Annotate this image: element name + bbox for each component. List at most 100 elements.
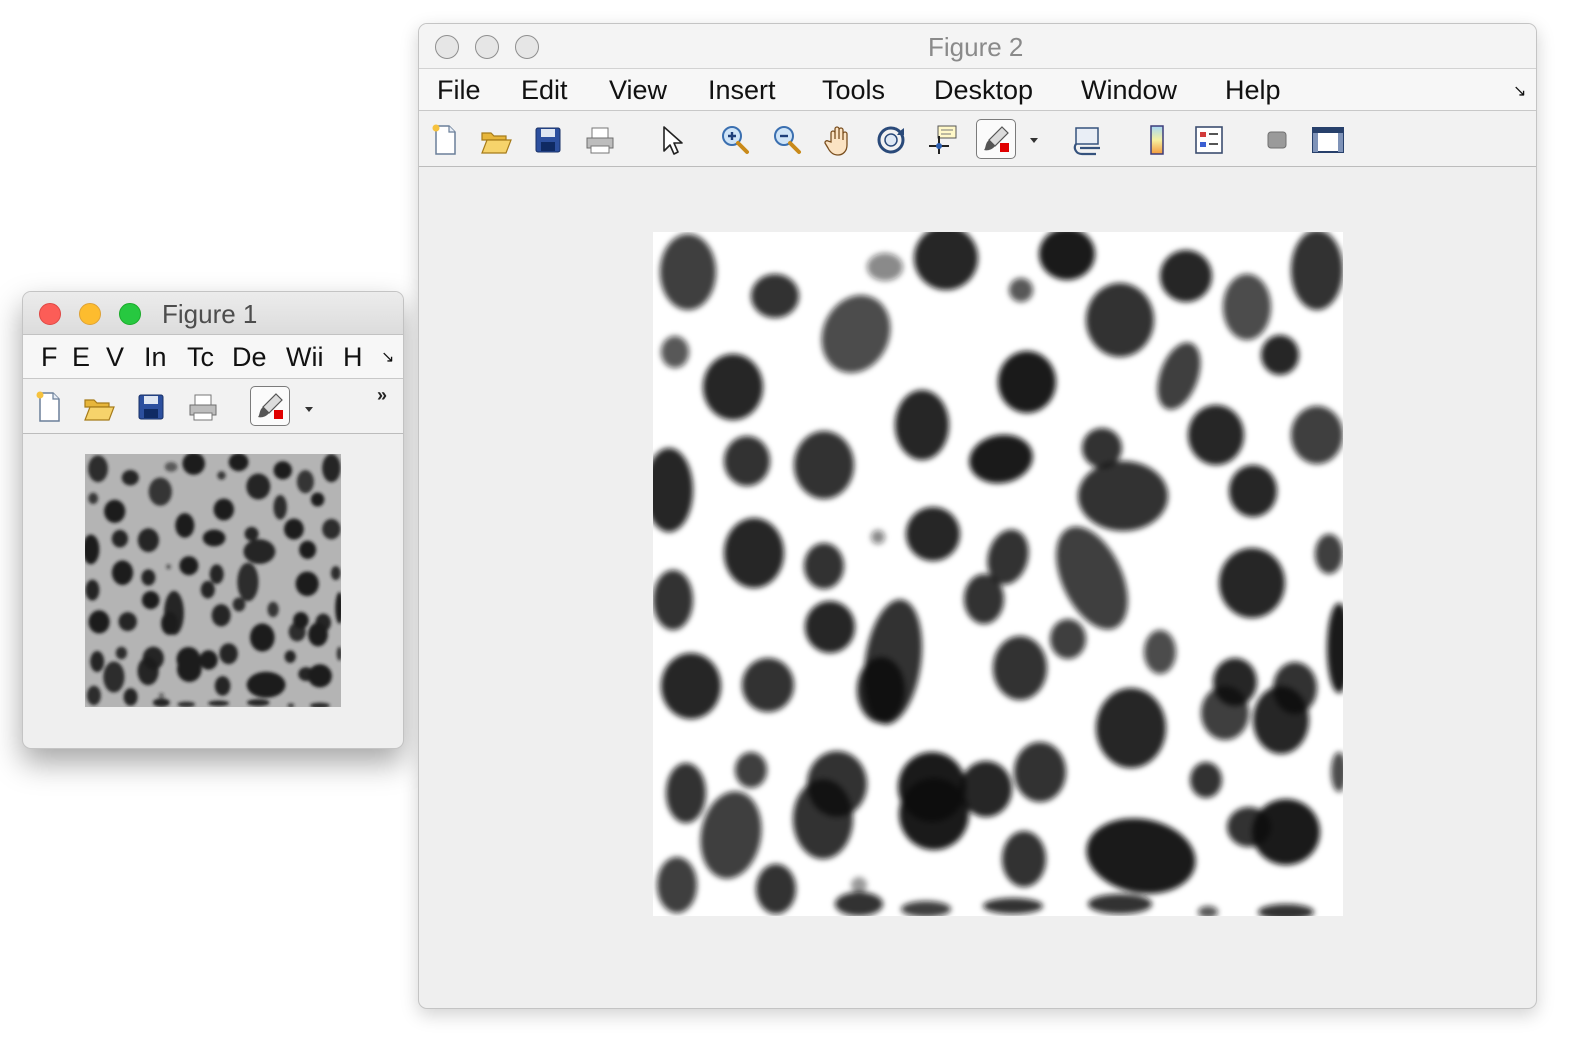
blob <box>805 601 855 653</box>
brush-dropdown-icon[interactable] <box>1030 138 1038 143</box>
menu-window[interactable]: Wii <box>286 342 328 373</box>
blob <box>998 351 1056 413</box>
figure-1-menubar: F E V In Tc De Wii H ↘ <box>23 335 403 379</box>
menu-tools[interactable]: Tools <box>822 75 885 106</box>
blob <box>1078 461 1168 531</box>
blob <box>1315 534 1343 574</box>
menu-view[interactable]: View <box>609 75 667 106</box>
blob <box>246 473 271 500</box>
save-icon[interactable] <box>133 389 169 425</box>
menu-desktop[interactable]: De <box>232 342 272 373</box>
brush-icon[interactable] <box>976 119 1016 159</box>
menu-desktop[interactable]: Desktop <box>934 75 1033 106</box>
blob <box>735 752 767 788</box>
new-figure-icon[interactable] <box>31 389 67 425</box>
link-plot-icon[interactable] <box>1070 122 1106 158</box>
menu-tools[interactable]: Tc <box>187 342 215 373</box>
zoom-button[interactable] <box>119 303 141 325</box>
blob <box>179 556 199 576</box>
blob <box>208 700 230 707</box>
menu-file[interactable]: File <box>437 75 481 106</box>
zoom-button[interactable] <box>515 35 539 59</box>
legend-icon[interactable] <box>1191 122 1227 158</box>
blob <box>1009 278 1033 302</box>
blob <box>85 579 100 601</box>
blob <box>794 431 854 499</box>
minimize-button[interactable] <box>475 35 499 59</box>
close-button[interactable] <box>39 303 61 325</box>
undock-arrow-icon[interactable]: ↘ <box>381 347 394 367</box>
open-file-icon[interactable] <box>478 122 514 158</box>
blob <box>219 643 238 665</box>
blob <box>724 436 770 486</box>
zoom-out-icon[interactable] <box>769 122 805 158</box>
blob <box>211 604 231 627</box>
hide-plot-tools-icon[interactable] <box>1259 122 1295 158</box>
rotate-3d-icon[interactable] <box>873 122 909 158</box>
blob <box>118 612 137 632</box>
menu-file[interactable]: F <box>41 342 61 373</box>
blob <box>657 857 697 913</box>
menu-view[interactable]: V <box>106 342 130 373</box>
blob <box>273 495 287 520</box>
blob <box>724 518 784 588</box>
blob <box>296 470 314 494</box>
blob <box>804 543 844 589</box>
blob <box>166 564 171 570</box>
blob <box>666 763 706 823</box>
blob <box>1291 232 1343 310</box>
blob <box>284 518 304 540</box>
blob <box>851 877 867 893</box>
save-icon[interactable] <box>530 122 566 158</box>
menu-window[interactable]: Window <box>1081 75 1177 106</box>
edit-plot-arrow-icon[interactable] <box>653 122 689 158</box>
minimize-button[interactable] <box>79 303 101 325</box>
data-cursor-icon[interactable] <box>925 122 961 158</box>
blob <box>123 688 138 706</box>
blob <box>1002 831 1046 887</box>
zoom-in-icon[interactable] <box>717 122 753 158</box>
menu-insert[interactable]: Insert <box>708 75 776 106</box>
blob <box>232 597 246 612</box>
new-figure-icon[interactable] <box>427 122 463 158</box>
blob <box>177 701 196 707</box>
blob <box>148 477 172 506</box>
blob <box>115 646 127 660</box>
blob <box>164 462 178 472</box>
menu-edit[interactable]: E <box>72 342 94 373</box>
figure-2-toolbar <box>419 111 1536 167</box>
menu-help[interactable]: H <box>343 342 367 373</box>
blob <box>284 650 296 663</box>
blob <box>250 623 275 652</box>
colorbar-icon[interactable] <box>1139 122 1175 158</box>
blob <box>177 656 202 682</box>
blob <box>983 898 1043 914</box>
brush-dropdown-icon[interactable] <box>305 407 313 412</box>
menu-edit[interactable]: Edit <box>521 75 568 106</box>
blob <box>104 499 126 523</box>
blob <box>1253 686 1309 754</box>
blob <box>121 470 139 486</box>
undock-arrow-icon[interactable]: ↘ <box>1513 81 1526 101</box>
close-button[interactable] <box>435 35 459 59</box>
open-file-icon[interactable] <box>81 389 117 425</box>
menu-insert[interactable]: In <box>144 342 174 373</box>
blob <box>322 518 341 540</box>
blob <box>88 610 110 634</box>
figure-2-titlebar[interactable]: Figure 2 <box>419 24 1536 69</box>
print-icon[interactable] <box>185 389 221 425</box>
pan-hand-icon[interactable] <box>821 122 857 158</box>
print-icon[interactable] <box>582 122 618 158</box>
blob <box>661 653 721 719</box>
blob <box>152 698 170 707</box>
brush-icon[interactable] <box>250 386 290 426</box>
show-plot-tools-icon[interactable] <box>1310 122 1346 158</box>
blob <box>756 864 796 914</box>
blob <box>1190 762 1222 798</box>
blob <box>1219 548 1285 618</box>
toolbar-overflow-icon[interactable]: » <box>377 385 387 406</box>
blob <box>1096 688 1166 768</box>
figure-1-titlebar[interactable]: Figure 1 <box>23 292 403 335</box>
menu-help[interactable]: Help <box>1225 75 1281 106</box>
blob <box>330 566 341 581</box>
